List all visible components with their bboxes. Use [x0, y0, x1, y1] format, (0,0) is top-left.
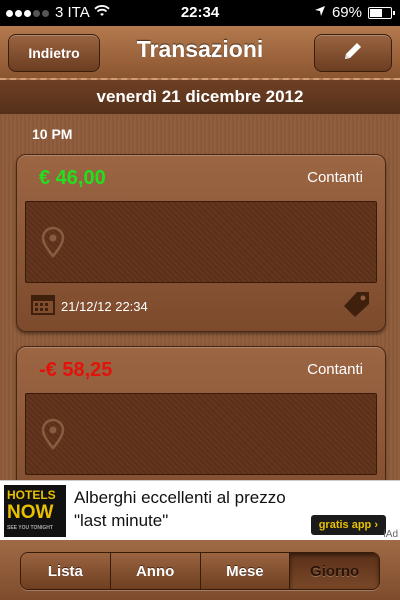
calendar-icon: [31, 293, 55, 320]
transaction-list[interactable]: 10 PM € 46,00 Contanti 21/12/12 22:34 -€…: [0, 114, 400, 480]
location-map-area[interactable]: [25, 201, 377, 283]
iad-badge: iAd: [383, 529, 398, 540]
back-button[interactable]: Indietro: [8, 34, 100, 72]
page-title: Transazioni: [136, 36, 264, 62]
logo-bottom-text: NOW: [7, 502, 54, 523]
transaction-amount: -€ 58,25: [39, 359, 113, 381]
transaction-card[interactable]: € 46,00 Contanti 21/12/12 22:34: [16, 154, 386, 332]
ad-text-line-1: Alberghi eccellenti al prezzo: [74, 488, 286, 507]
pencil-icon: [341, 39, 365, 68]
tag-icon[interactable]: [343, 290, 371, 323]
ad-banner[interactable]: HOTELS NOW SEE YOU TONIGHT Alberghi ecce…: [0, 480, 400, 542]
tab-giorno[interactable]: Giorno: [290, 553, 379, 589]
battery-percent: 69%: [331, 4, 362, 21]
location-map-area[interactable]: [25, 393, 377, 475]
logo-tagline: SEE YOU TONIGHT: [7, 525, 53, 531]
navigation-bar: Indietro Transazioni: [0, 26, 400, 80]
date-header: venerdì 21 dicembre 2012: [0, 80, 400, 114]
location-arrow-icon: [314, 4, 326, 21]
location-pin-icon: [40, 226, 66, 263]
logo-top-text: HOTELS: [7, 488, 56, 502]
back-button-label: Indietro: [28, 45, 80, 61]
ad-cta-button[interactable]: gratis app ›: [310, 515, 386, 535]
transaction-timestamp: 21/12/12 22:34: [61, 298, 148, 314]
battery-icon: [368, 6, 395, 19]
bottom-toolbar: Lista Anno Mese Giorno: [0, 540, 400, 600]
payment-method: Contanti: [307, 361, 363, 378]
tab-anno[interactable]: Anno: [110, 553, 201, 589]
tab-mese[interactable]: Mese: [200, 553, 291, 589]
status-bar: 3 ITA 22:34 69%: [0, 0, 400, 26]
edit-button[interactable]: [314, 34, 392, 72]
section-header: 10 PM: [32, 126, 73, 142]
ad-text-line-2: "last minute": [74, 511, 169, 530]
tab-lista[interactable]: Lista: [21, 553, 111, 589]
payment-method: Contanti: [307, 169, 363, 186]
transaction-amount: € 46,00: [39, 167, 106, 189]
hotelsnow-logo: HOTELS NOW SEE YOU TONIGHT: [4, 485, 66, 537]
transaction-card[interactable]: -€ 58,25 Contanti: [16, 346, 386, 480]
ad-text: Alberghi eccellenti al prezzo "last minu…: [74, 486, 324, 532]
view-segmented-control: Lista Anno Mese Giorno: [20, 552, 380, 590]
location-pin-icon: [40, 418, 66, 455]
